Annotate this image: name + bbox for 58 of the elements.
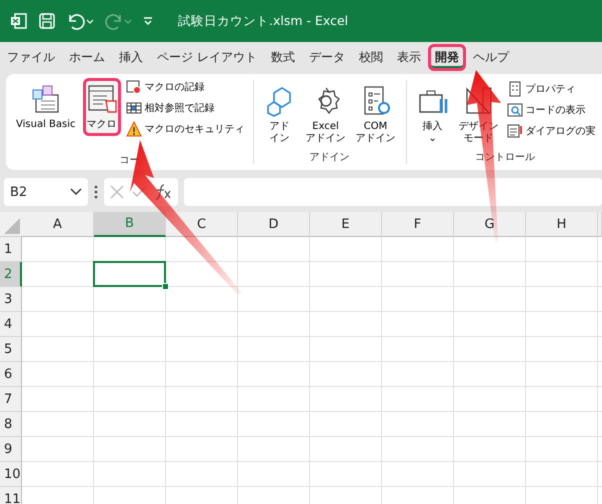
properties-icon (506, 81, 523, 97)
more-icon[interactable] (94, 185, 98, 199)
ribbon-button[interactable]: 相対参照で記録 (124, 99, 246, 117)
spreadsheet-icon (10, 12, 28, 30)
column-header[interactable]: E (310, 212, 382, 237)
row-header[interactable]: 1 (0, 237, 22, 262)
column-header[interactable]: H (526, 212, 598, 237)
magnifier-page-icon (506, 102, 523, 118)
ribbon-button[interactable]: マクロのセキュリティ (124, 120, 246, 138)
column-header[interactable]: F (382, 212, 454, 237)
ribbon-tab[interactable]: 数式 (264, 44, 302, 70)
window-title: 試験日カウント.xlsm - Excel (178, 12, 348, 30)
ribbon-button[interactable]: マクロの記録 (124, 78, 246, 96)
macro-sheet-icon (86, 83, 118, 115)
ribbon-tab[interactable]: ヘルプ (466, 44, 516, 70)
ribbon-button[interactable]: 挿入 ⌄ (414, 80, 452, 150)
warning-icon (126, 121, 142, 137)
ribbon-tab[interactable]: 表示 (390, 44, 428, 70)
row-header[interactable]: 11 (0, 487, 22, 504)
row-header[interactable]: 4 (0, 312, 22, 337)
ribbon-tab[interactable]: 挿入 (112, 44, 150, 70)
row-header[interactable]: 9 (0, 437, 22, 462)
column-header[interactable]: A (22, 212, 94, 237)
ribbon-tab[interactable]: ページ レイアウト (150, 44, 264, 70)
name-box[interactable]: B2 (4, 178, 88, 206)
row-header[interactable]: 5 (0, 337, 22, 362)
triangle-icon (4, 218, 20, 234)
ribbon-tab[interactable]: ファイル (0, 44, 62, 70)
record-icon (126, 79, 142, 95)
row-header[interactable]: 7 (0, 387, 22, 412)
ribbon-button[interactable]: ダイアログの実 (506, 122, 597, 140)
row-header[interactable]: 6 (0, 362, 22, 387)
ribbon-button[interactable]: アド イン (260, 80, 299, 150)
customize-icon[interactable] (142, 15, 154, 27)
fill-handle[interactable] (162, 283, 169, 290)
chevron-down-icon (70, 188, 82, 196)
ribbon-button[interactable]: Excel アドイン (302, 80, 349, 150)
formula-input[interactable] (184, 178, 602, 206)
ribbon-button[interactable]: Visual Basic (13, 78, 79, 136)
ribbon-button[interactable]: COM アドイン (352, 80, 399, 150)
ribbon-button[interactable]: コードの表示 (506, 101, 597, 119)
ribbon-button[interactable]: マクロ (82, 78, 121, 136)
ribbon-tab[interactable]: ホーム (62, 44, 112, 70)
column-header[interactable]: D (238, 212, 310, 237)
ribbon-tab[interactable]: データ (302, 44, 352, 70)
grid-icon (126, 100, 142, 116)
active-cell[interactable] (93, 261, 166, 287)
save-icon[interactable] (38, 12, 56, 30)
ribbon-tab[interactable]: 校閲 (352, 44, 390, 70)
ribbon-tab[interactable]: 開発 (428, 44, 466, 70)
row-header[interactable]: 8 (0, 412, 22, 437)
dialog-icon (506, 123, 523, 139)
column-header[interactable]: G (454, 212, 526, 237)
cell-grid[interactable] (22, 237, 602, 504)
row-header[interactable]: 3 (0, 287, 22, 312)
undo-icon[interactable] (66, 12, 94, 30)
row-header[interactable]: 10 (0, 462, 22, 487)
ribbon-button[interactable]: プロパティ (506, 80, 597, 98)
